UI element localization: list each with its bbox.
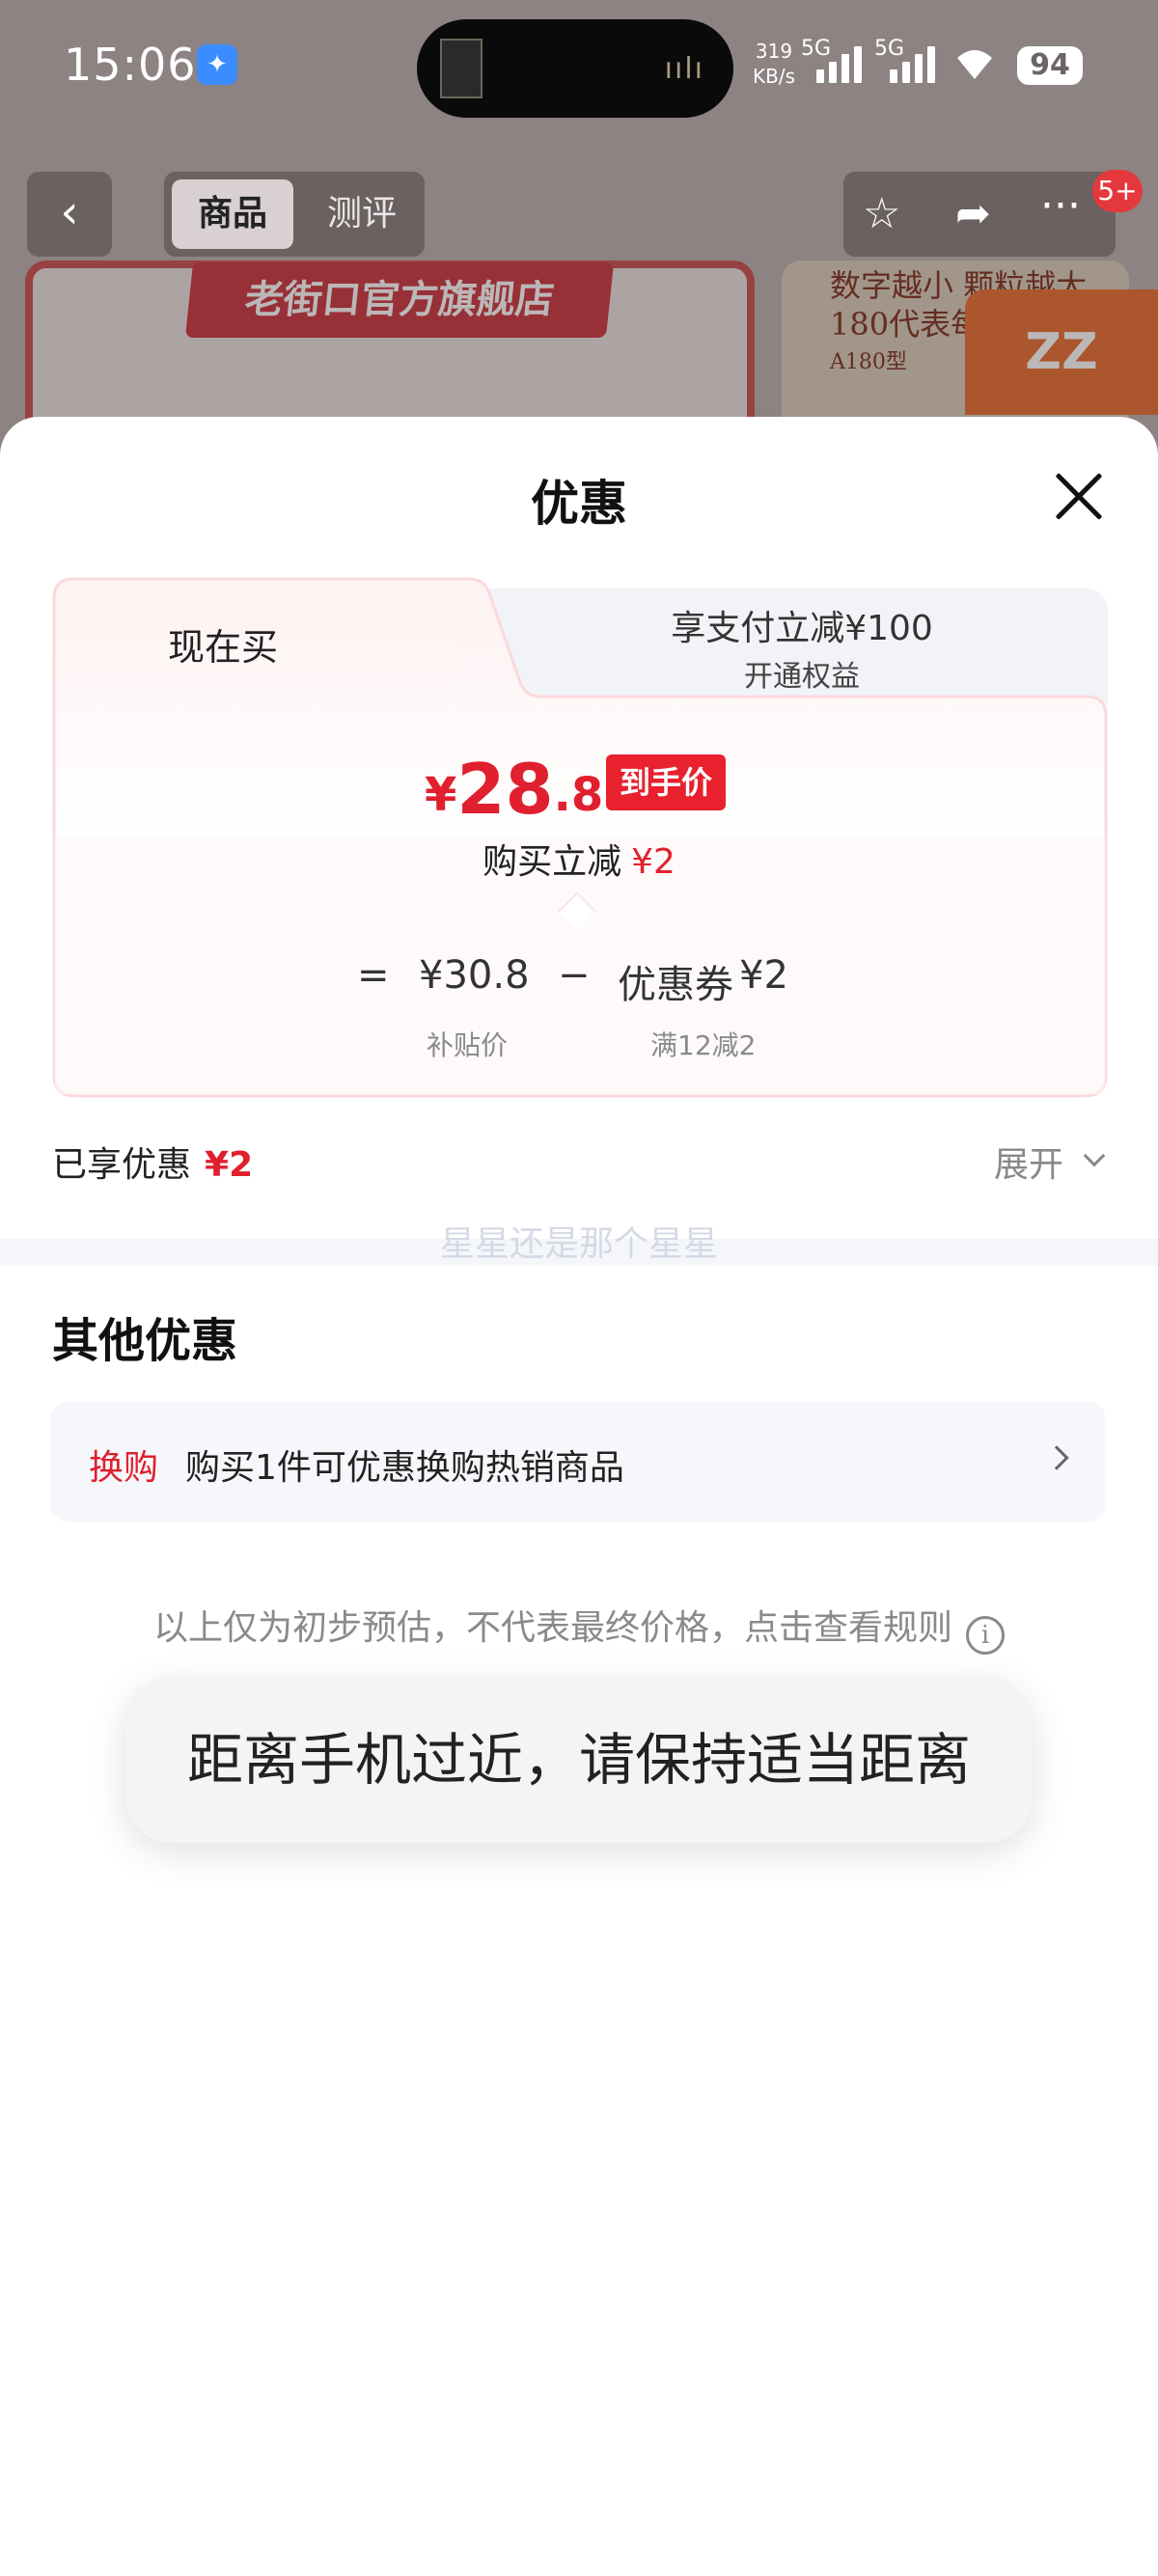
page-tabs: 商品 测评	[164, 172, 425, 257]
close-icon[interactable]	[1052, 469, 1106, 523]
sheet-title: 优惠	[531, 476, 627, 532]
subsidy-caption: 补贴价	[427, 1029, 509, 1061]
info-icon[interactable]: i	[966, 1616, 1005, 1655]
price-disclaimer[interactable]: 以上仅为初步预估，不代表最终价格，点击查看规则 i	[0, 1600, 1158, 1655]
battery-indicator: 94	[1017, 46, 1083, 85]
signal-icon-1	[816, 44, 862, 83]
app-notification-icon: ✦	[197, 44, 237, 85]
dynamic-island[interactable]: ıılı	[417, 19, 733, 118]
coupon-value: ¥2	[739, 953, 788, 998]
purchase-reduce-line: 购买立减 ¥2	[482, 842, 676, 882]
audio-wave-icon: ıılı	[664, 52, 704, 86]
subsidy-price: ¥30.8	[419, 953, 530, 998]
back-button[interactable]: ‹	[27, 172, 112, 257]
final-price-tag: 到手价	[606, 754, 727, 810]
signal-icon-2	[890, 44, 935, 83]
proximity-toast: 距离手机过近，请保持适当距离	[125, 1677, 1033, 1843]
clock: 15:06	[64, 39, 197, 91]
watermark-text: 星星还是那个星星	[439, 1224, 718, 1264]
tab-review[interactable]: 测评	[309, 179, 415, 249]
tab-goods[interactable]: 商品	[172, 179, 293, 249]
chevron-down-icon[interactable]	[1083, 1144, 1106, 1167]
network-speed: 319 KB/s	[753, 40, 795, 88]
music-cover-art	[440, 39, 482, 98]
final-price: ¥ 28 .8	[425, 749, 604, 830]
enjoyed-discount: 已享优惠 ¥2	[52, 1145, 254, 1185]
share-icon[interactable]: ➦	[955, 189, 991, 238]
coupon-label: 优惠券	[618, 963, 733, 1007]
notification-badge: 5+	[1092, 170, 1143, 212]
more-icon[interactable]: ···	[1040, 181, 1081, 231]
chevron-right-icon	[1044, 1445, 1069, 1470]
swap-text: 购买1件可优惠换购热销商品	[185, 1448, 624, 1488]
discount-sheet: 优惠 享支付立减¥100 开通权益 现在买 ¥ 28 .8 到手价 购买立减 ¥2	[0, 417, 1158, 2576]
swap-tag: 换购	[89, 1448, 159, 1488]
formula-equals: =	[357, 953, 390, 998]
page-actions: ☆ ➦ ···	[843, 172, 1116, 257]
formula-minus: −	[558, 953, 591, 998]
swap-offer-row[interactable]: 换购 购买1件可优惠换购热销商品	[50, 1401, 1106, 1522]
status-bar: 15:06 ✦ ıılı 319 KB/s 5G 5G 94	[0, 0, 1158, 135]
favorite-star-icon[interactable]: ☆	[863, 189, 900, 238]
tab-buy-now[interactable]: 现在买	[168, 617, 278, 671]
expand-button[interactable]: 展开	[994, 1137, 1063, 1187]
wifi-icon	[950, 42, 1000, 81]
other-discounts-title: 其他优惠	[52, 1314, 238, 1368]
coupon-caption: 满12减2	[650, 1029, 757, 1061]
